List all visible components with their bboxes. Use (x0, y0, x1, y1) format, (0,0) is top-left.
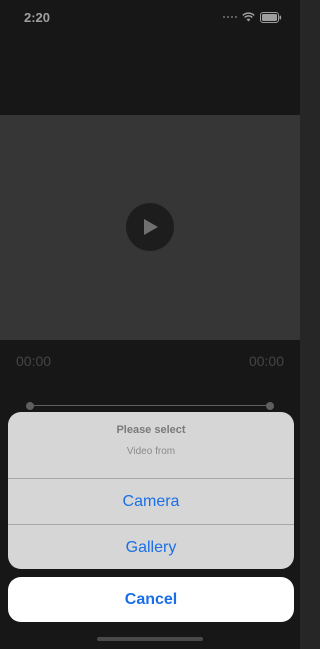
action-sheet-title: Please select (116, 424, 186, 436)
home-indicator (97, 637, 203, 641)
action-sheet-message: Video from (126, 446, 176, 457)
gallery-button[interactable]: Gallery (8, 524, 294, 569)
cancel-button[interactable]: Cancel (8, 577, 294, 622)
action-sheet-header: Please select Video from (8, 412, 294, 479)
action-sheet: Please select Video from Camera Gallery (8, 412, 294, 569)
camera-button[interactable]: Camera (8, 479, 294, 524)
